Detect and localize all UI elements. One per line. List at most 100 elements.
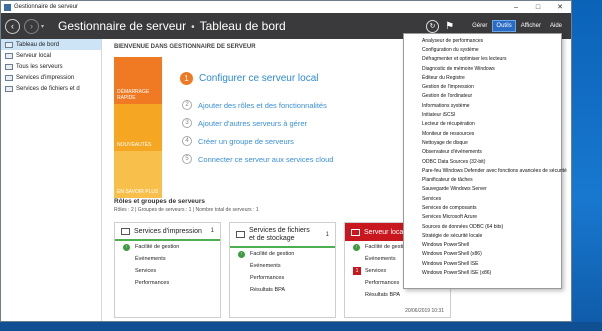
sidebar-item-local-server[interactable]: Serveur local: [1, 50, 101, 61]
check-icon: ↑: [353, 243, 360, 251]
card-row-performance[interactable]: Performances: [230, 272, 335, 284]
step-connect-cloud[interactable]: 5 Connecter ce serveur aux services clou…: [182, 154, 333, 164]
role-card-file-services[interactable]: Services de fichiers et de stockage 1 ↑ F…: [229, 222, 336, 318]
card-header[interactable]: Services d'impression 1: [115, 223, 220, 241]
tools-menu-item[interactable]: Pare-feu Windows Defender avec fonctions…: [404, 166, 567, 175]
tools-menu-item[interactable]: Sauvegarde Windows Server: [404, 185, 561, 194]
tools-menu-item[interactable]: Informations système: [404, 101, 561, 110]
row-label: Événements: [250, 263, 281, 269]
role-card-print-services[interactable]: Services d'impression 1 ↑ Facilité de ges…: [114, 222, 221, 318]
tile-quick-start[interactable]: DÉMARRAGE RAPIDE: [114, 57, 162, 104]
server-icon: [351, 228, 360, 236]
tile-whats-new[interactable]: NOUVEAUTÉS: [114, 104, 162, 151]
close-button[interactable]: ✕: [549, 1, 571, 13]
history-dropdown-icon[interactable]: ▾: [41, 23, 44, 30]
step-label: Ajouter des rôles et des fonctionnalités: [198, 100, 327, 110]
card-row-manageability[interactable]: ↑ Facilité de gestion: [115, 241, 220, 253]
sidebar-item-dashboard[interactable]: Tableau de bord: [1, 39, 101, 50]
tools-menu-item[interactable]: Initiateur iSCSI: [404, 110, 561, 119]
step-number: 3: [182, 118, 192, 128]
sidebar-item-label: Serveur local: [16, 52, 52, 59]
step-number: 1: [180, 72, 193, 85]
tools-menu-item[interactable]: Sources de données ODBC (64 bits): [404, 222, 561, 231]
menu-view[interactable]: Afficher: [518, 21, 544, 31]
tools-menu-item[interactable]: Services Microsoft Azure: [404, 213, 561, 222]
sidebar-item-file-services[interactable]: Services de fichiers et d: [1, 83, 101, 94]
tools-menu-item[interactable]: Windows PowerShell ISE (x86): [404, 268, 561, 277]
card-row-bpa[interactable]: Résultats BPA: [345, 289, 450, 301]
tools-menu-item[interactable]: Windows PowerShell: [404, 241, 561, 250]
step-number: 4: [182, 136, 192, 146]
tools-menu-item[interactable]: Moniteur de ressources: [404, 129, 561, 138]
tools-menu-item[interactable]: Services de composants: [404, 203, 561, 212]
step-label: Connecter ce serveur aux services cloud: [198, 154, 334, 164]
card-row-bpa[interactable]: Résultats BPA: [230, 284, 335, 296]
sidebar-item-label: Tableau de bord: [16, 41, 60, 48]
tools-menu-item[interactable]: Diagnostic de mémoire Windows: [404, 64, 561, 73]
tools-menu-item[interactable]: Gestion de l'ordinateur: [404, 92, 561, 101]
tools-menu-item[interactable]: Nettoyage de disque: [404, 138, 561, 147]
printer-icon: [5, 74, 13, 81]
tile-learn-more[interactable]: EN SAVOIR PLUS: [114, 151, 162, 198]
card-timestamp: 20/06/2019 10:31: [405, 308, 444, 314]
tools-menu-item[interactable]: Stratégie de sécurité locale: [404, 231, 561, 240]
tools-menu-item[interactable]: Défragmenter et optimiser les lecteurs: [404, 55, 561, 64]
tools-menu-item[interactable]: Windows PowerShell (x86): [404, 250, 561, 259]
tools-menu-item[interactable]: Services: [404, 194, 561, 203]
dashboard-icon: [5, 41, 13, 48]
sidebar-item-all-servers[interactable]: Tous les serveurs: [1, 61, 101, 72]
card-title: Serveur local: [364, 228, 405, 236]
refresh-icon[interactable]: ↻: [426, 19, 440, 33]
row-label: Services: [135, 268, 157, 274]
row-label: Événements: [135, 256, 166, 262]
card-row-manageability[interactable]: ↑ Facilité de gestion: [230, 248, 335, 260]
card-row-performance[interactable]: Performances: [115, 277, 220, 289]
step-configure-local-server[interactable]: 1 Configurer ce serveur local: [180, 72, 319, 85]
row-label: Services: [365, 268, 387, 274]
tile-label: NOUVEAUTÉS: [117, 142, 152, 148]
tools-menu-item[interactable]: Éditeur du Registre: [404, 73, 561, 82]
row-label: Performances: [250, 275, 285, 281]
breadcrumb-separator: •: [191, 22, 195, 33]
roles-groups-summary: Rôles : 2 | Groupes de serveurs : 1 | No…: [114, 207, 259, 213]
card-row-events[interactable]: Événements: [230, 260, 335, 272]
tools-menu-item[interactable]: Gestion de l'impression: [404, 82, 561, 91]
breadcrumb: Gestionnaire de serveur • Tableau de bord: [58, 19, 286, 33]
tools-menu-item[interactable]: Observateur d'événements: [404, 148, 561, 157]
servers-icon: [5, 63, 13, 70]
back-arrow-icon: ‹: [11, 21, 14, 31]
printer-icon: [121, 227, 130, 235]
tools-menu-item[interactable]: ODBC Data Sources (32-bit): [404, 157, 561, 166]
tools-menu-item[interactable]: Planificateur de tâches: [404, 175, 561, 184]
tools-dropdown-menu: Analyseur de performances Configuration …: [403, 33, 567, 289]
menu-manage[interactable]: Gérer: [469, 21, 490, 31]
card-row-services[interactable]: Services: [115, 265, 220, 277]
step-label: Configurer ce serveur local: [199, 73, 319, 84]
step-add-servers[interactable]: 3 Ajouter d'autres serveurs à gérer: [182, 118, 307, 128]
tools-menu-item[interactable]: Lecteur de récupération: [404, 120, 561, 129]
forward-button[interactable]: ›: [24, 18, 39, 34]
maximize-button[interactable]: □: [527, 1, 549, 13]
card-header[interactable]: Services de fichiers et de stockage 1: [230, 223, 335, 248]
notifications-flag-icon[interactable]: ⚑: [445, 21, 454, 32]
folder-icon: [5, 85, 13, 92]
tools-menu-item[interactable]: Configuration du système: [404, 45, 561, 54]
tools-menu-item[interactable]: Analyseur de performances: [404, 36, 561, 45]
back-button[interactable]: ‹: [5, 18, 20, 34]
server-icon: [5, 52, 13, 59]
card-count: 1: [210, 228, 214, 234]
step-create-group[interactable]: 4 Créer un groupe de serveurs: [182, 136, 294, 146]
row-label: Résultats BPA: [365, 292, 401, 298]
sidebar-item-label: Services de fichiers et d: [16, 85, 80, 92]
welcome-title: BIENVENUE DANS GESTIONNAIRE DE SERVEUR: [114, 44, 256, 50]
menu-help[interactable]: Aide: [547, 21, 565, 31]
step-label: Ajouter d'autres serveurs à gérer: [198, 118, 307, 128]
card-row-events[interactable]: Événements: [115, 253, 220, 265]
sidebar-item-print-services[interactable]: Services d'impression: [1, 72, 101, 83]
server-manager-window: Gestionnaire de serveur – □ ✕ ‹ › ▾ Gest…: [0, 0, 572, 322]
title-bar: Gestionnaire de serveur – □ ✕: [1, 1, 571, 13]
minimize-button[interactable]: –: [505, 1, 527, 13]
menu-tools[interactable]: Outils: [492, 20, 516, 32]
step-add-roles[interactable]: 2 Ajouter des rôles et des fonctionnalit…: [182, 100, 327, 110]
tools-menu-item[interactable]: Windows PowerShell ISE: [404, 259, 561, 268]
